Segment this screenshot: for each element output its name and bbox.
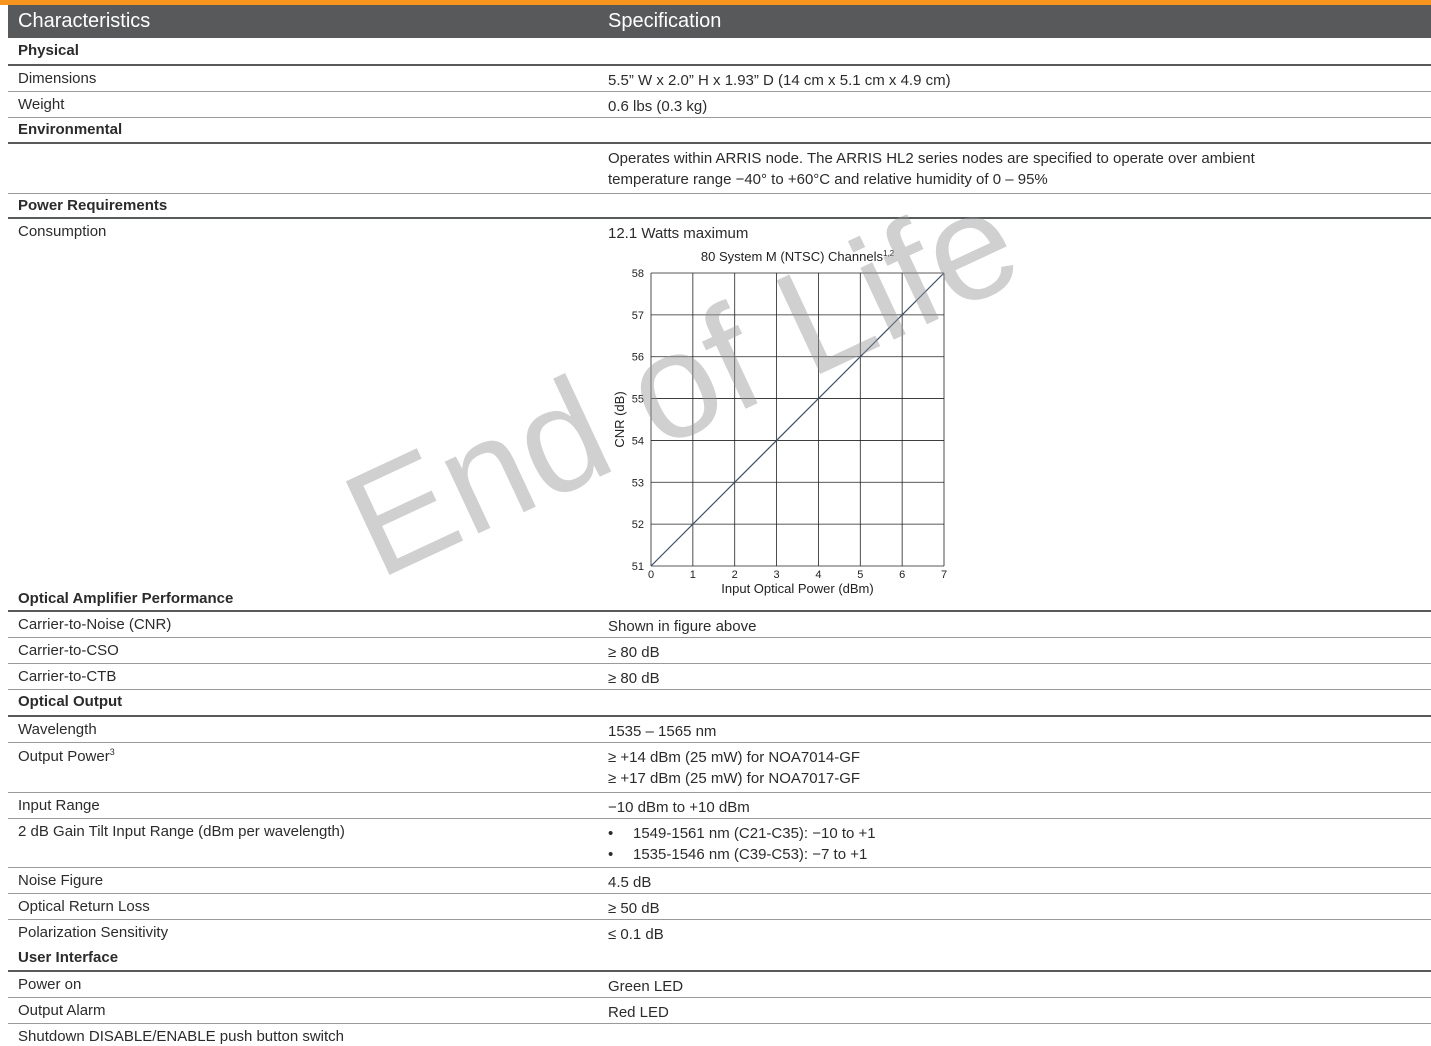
row-label: Consumption bbox=[18, 223, 107, 240]
row-label: Wavelength bbox=[18, 721, 97, 738]
section-optical-amp: Optical Amplifier Performance bbox=[8, 587, 1431, 612]
row-value: 0.6 lbs (0.3 kg) bbox=[608, 98, 708, 115]
y-tick-label: 58 bbox=[632, 268, 644, 280]
header-specification: Specification bbox=[608, 10, 722, 32]
env-line-2: temperature range −40° to +60°C and rela… bbox=[608, 171, 1048, 188]
row-value: ≥ 80 dB bbox=[608, 644, 660, 661]
row-value: Shown in figure above bbox=[608, 618, 757, 635]
chart-title-superscript: 1,2 bbox=[883, 249, 895, 258]
row-value: Green LED bbox=[608, 978, 684, 995]
env-line-1: Operates within ARRIS node. The ARRIS HL… bbox=[608, 150, 1255, 167]
section-title: User Interface bbox=[18, 949, 119, 966]
y-tick-label: 54 bbox=[632, 435, 644, 447]
row-value: ≥ 50 dB bbox=[608, 900, 660, 917]
bullet-text: 1549-1561 nm (C21-C35): −10 to +1 bbox=[633, 825, 876, 842]
table-row: Carrier-to-CTB ≥ 80 dB bbox=[8, 664, 1431, 690]
table-row: Carrier-to-CSO ≥ 80 dB bbox=[8, 638, 1431, 664]
row-label: Optical Return Loss bbox=[18, 898, 150, 915]
table-row: 2 dB Gain Tilt Input Range (dBm per wave… bbox=[8, 819, 1431, 868]
y-tick-label: 55 bbox=[632, 394, 644, 406]
row-value: ≥ +14 dBm (25 mW) for NOA7014-GF ≥ +17 d… bbox=[608, 747, 860, 789]
bullet-icon: • bbox=[608, 846, 614, 863]
x-tick-label: 5 bbox=[857, 569, 863, 581]
table-row: Weight 0.6 lbs (0.3 kg) bbox=[8, 92, 1431, 118]
y-tick-label: 53 bbox=[632, 477, 644, 489]
section-title: Physical bbox=[18, 42, 79, 59]
y-tick-label: 56 bbox=[632, 352, 644, 364]
table-row: Output Power3 ≥ +14 dBm (25 mW) for NOA7… bbox=[8, 743, 1431, 793]
output-power-line-1: ≥ +14 dBm (25 mW) for NOA7014-GF bbox=[608, 749, 861, 766]
section-title: Optical Amplifier Performance bbox=[18, 590, 234, 607]
cnr-chart: 80 System M (NTSC) Channels1,2 0 1 2 3 4 5 6 7 51… bbox=[600, 246, 960, 604]
row-label: Weight bbox=[18, 96, 65, 113]
y-axis-label: CNR (dB) bbox=[612, 391, 627, 447]
table-row: Carrier-to-Noise (CNR) Shown in figure ab… bbox=[8, 612, 1431, 638]
table-row: Polarization Sensitivity ≤ 0.1 dB bbox=[8, 920, 1431, 945]
row-label: Polarization Sensitivity bbox=[18, 924, 169, 941]
table-row: Shutdown DISABLE/ENABLE push button swit… bbox=[8, 1024, 1431, 1046]
row-value: Red LED bbox=[608, 1004, 669, 1021]
table-row: Operates within ARRIS node. The ARRIS HL… bbox=[8, 144, 1431, 194]
x-tick-label: 2 bbox=[732, 569, 738, 581]
row-label: Power on bbox=[18, 976, 82, 993]
row-label: Dimensions bbox=[18, 70, 97, 87]
series-line bbox=[650, 272, 945, 567]
header-characteristics: Characteristics bbox=[18, 10, 151, 32]
table-row: Wavelength 1535 – 1565 nm bbox=[8, 717, 1431, 743]
bullet-item: • 1535-1546 nm (C39-C53): −7 to +1 bbox=[608, 844, 876, 865]
bullet-item: • 1549-1561 nm (C21-C35): −10 to +1 bbox=[608, 823, 876, 844]
row-label: Noise Figure bbox=[18, 872, 104, 889]
section-environmental: Environmental bbox=[8, 118, 1431, 144]
bullet-icon: • bbox=[608, 825, 614, 842]
row-label: Shutdown DISABLE/ENABLE push button swit… bbox=[18, 1028, 345, 1045]
table-row: Power on Green LED bbox=[8, 972, 1431, 998]
table-row: Consumption 12.1 Watts maximum bbox=[8, 219, 1431, 244]
section-title: Environmental bbox=[18, 121, 123, 138]
row-label: Carrier-to-CTB bbox=[18, 668, 117, 685]
y-tick-label: 57 bbox=[632, 310, 644, 322]
footnote-marker: 3 bbox=[109, 747, 115, 757]
table-header: Characteristics Specification bbox=[8, 5, 1431, 38]
x-tick-label: 7 bbox=[941, 569, 947, 581]
row-label: 2 dB Gain Tilt Input Range (dBm per wave… bbox=[18, 823, 345, 840]
x-tick-label: 1 bbox=[690, 569, 696, 581]
y-tick-label: 52 bbox=[632, 519, 644, 531]
cnr-chart-svg: 80 System M (NTSC) Channels1,20 1 2 3 4 5 6 751… bbox=[612, 249, 947, 596]
row-label: Output Power3 bbox=[18, 747, 115, 765]
row-value: 12.1 Watts maximum bbox=[608, 225, 749, 242]
row-value: • 1549-1561 nm (C21-C35): −10 to +1 • 1535… bbox=[608, 823, 876, 865]
output-power-label: Output Power bbox=[18, 748, 110, 765]
row-label: Input Range bbox=[18, 797, 100, 814]
x-tick-label: 3 bbox=[774, 569, 780, 581]
row-value: ≤ 0.1 dB bbox=[608, 926, 664, 943]
table-row: Noise Figure 4.5 dB bbox=[8, 868, 1431, 894]
y-tick-label: 51 bbox=[632, 561, 644, 573]
row-value: ≥ 80 dB bbox=[608, 670, 660, 687]
section-user-interface: User Interface bbox=[8, 946, 1431, 972]
table-row: Optical Return Loss ≥ 50 dB bbox=[8, 894, 1431, 920]
section-physical: Physical bbox=[8, 39, 1431, 66]
section-power: Power Requirements bbox=[8, 194, 1431, 219]
table-row: Dimensions 5.5” W x 2.0” H x 1.93” D (14 … bbox=[8, 66, 1431, 92]
output-power-line-2: ≥ +17 dBm (25 mW) for NOA7017-GF bbox=[608, 770, 861, 787]
section-optical-output: Optical Output bbox=[8, 690, 1431, 717]
section-title: Optical Output bbox=[18, 693, 123, 710]
x-tick-label: 6 bbox=[899, 569, 905, 581]
row-label: Output Alarm bbox=[18, 1002, 106, 1019]
x-tick-label: 4 bbox=[815, 569, 821, 581]
table-row: Output Alarm Red LED bbox=[8, 998, 1431, 1024]
row-label: Carrier-to-Noise (CNR) bbox=[18, 616, 172, 633]
row-value: 4.5 dB bbox=[608, 874, 652, 891]
row-value: 1535 – 1565 nm bbox=[608, 723, 717, 740]
section-title: Power Requirements bbox=[18, 197, 168, 214]
row-value: Operates within ARRIS node. The ARRIS HL… bbox=[608, 148, 1255, 190]
x-tick-label: 0 bbox=[648, 569, 654, 581]
chart-title: 80 System M (NTSC) Channels1,2 bbox=[701, 249, 895, 264]
table-row: Input Range −10 dBm to +10 dBm bbox=[8, 793, 1431, 819]
row-value: 5.5” W x 2.0” H x 1.93” D (14 cm x 5.1 c… bbox=[608, 72, 951, 89]
row-label: Carrier-to-CSO bbox=[18, 642, 119, 659]
row-value: −10 dBm to +10 dBm bbox=[608, 799, 750, 816]
bullet-text: 1535-1546 nm (C39-C53): −7 to +1 bbox=[633, 846, 868, 863]
